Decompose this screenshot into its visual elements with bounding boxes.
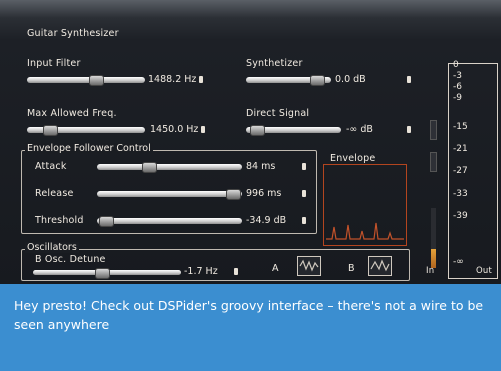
direct-signal-slider[interactable] bbox=[246, 125, 341, 136]
input-filter-pin-icon bbox=[199, 76, 203, 83]
release-label: Release bbox=[35, 188, 74, 199]
release-knob[interactable] bbox=[226, 189, 241, 200]
input-filter-label: Input Filter bbox=[27, 58, 81, 69]
detune-slider[interactable] bbox=[33, 268, 181, 279]
synthetizer-slider[interactable] bbox=[246, 75, 331, 86]
direct-signal-knob[interactable] bbox=[250, 125, 265, 136]
meter-tick: -27 bbox=[453, 166, 468, 176]
threshold-knob[interactable] bbox=[99, 216, 114, 227]
synthetizer-knob[interactable] bbox=[310, 75, 325, 86]
envelope-curve bbox=[326, 222, 404, 240]
meter-tick: -33 bbox=[453, 189, 468, 199]
osc-a-waveform-button[interactable] bbox=[297, 256, 321, 276]
threshold-label: Threshold bbox=[35, 215, 84, 226]
direct-signal-value: -∞ dB bbox=[346, 124, 373, 135]
input-filter-slider[interactable] bbox=[27, 75, 145, 86]
synth-panel: Guitar Synthesizer Input Filter 1488.2 H… bbox=[0, 0, 501, 284]
release-slider[interactable] bbox=[97, 189, 242, 200]
oscillators-title: Oscillators bbox=[25, 242, 79, 253]
gain-handle-mid[interactable] bbox=[430, 152, 437, 172]
max-freq-label: Max Allowed Freq. bbox=[27, 108, 117, 119]
attack-value: 84 ms bbox=[246, 161, 276, 172]
envelope-follower-title: Envelope Follower Control bbox=[25, 143, 153, 154]
meter-tick: -15 bbox=[453, 122, 468, 132]
input-filter-value: 1488.2 Hz bbox=[148, 74, 197, 85]
meter-in-label: In bbox=[426, 266, 435, 276]
attack-label: Attack bbox=[35, 161, 67, 172]
synthetizer-label: Synthetizer bbox=[246, 58, 303, 69]
input-filter-knob[interactable] bbox=[89, 75, 104, 86]
app-title: Guitar Synthesizer bbox=[27, 28, 119, 39]
attack-slider[interactable] bbox=[97, 162, 242, 173]
caption-text: Hey presto! Check out DSPider's groovy i… bbox=[14, 298, 484, 332]
meter-tick: -39 bbox=[453, 211, 468, 221]
threshold-slider[interactable] bbox=[97, 216, 242, 227]
release-value: 996 ms bbox=[246, 188, 282, 199]
envelope-title: Envelope bbox=[330, 153, 376, 164]
synthetizer-pin-icon bbox=[407, 76, 411, 83]
detune-knob[interactable] bbox=[95, 268, 110, 279]
meter-tick: -9 bbox=[453, 93, 462, 103]
waveform-icon bbox=[299, 259, 319, 272]
threshold-value: -34.9 dB bbox=[246, 215, 287, 226]
waveform-icon bbox=[370, 259, 390, 272]
release-pin-icon bbox=[302, 190, 306, 197]
max-freq-pin-icon bbox=[201, 126, 205, 133]
meter-tick: 0 bbox=[453, 60, 459, 70]
threshold-pin-icon bbox=[302, 217, 306, 224]
max-freq-knob[interactable] bbox=[43, 125, 58, 136]
gain-handle-top[interactable] bbox=[430, 120, 437, 140]
meter-tick: -∞ bbox=[453, 257, 464, 267]
synthetizer-value: 0.0 dB bbox=[335, 74, 366, 85]
max-freq-slider[interactable] bbox=[27, 125, 145, 136]
meter-tick: -3 bbox=[453, 71, 462, 81]
meter-out-label: Out bbox=[476, 266, 493, 276]
osc-a-label: A bbox=[272, 263, 279, 274]
osc-b-label: B bbox=[348, 263, 355, 274]
detune-value: -1.7 Hz bbox=[184, 266, 218, 277]
osc-b-waveform-button[interactable] bbox=[368, 256, 392, 276]
meter-tick: -21 bbox=[453, 144, 468, 154]
attack-knob[interactable] bbox=[142, 162, 157, 173]
meter-tick: -6 bbox=[453, 82, 462, 92]
detune-pin-icon bbox=[234, 268, 238, 275]
attack-pin-icon bbox=[302, 163, 306, 170]
direct-signal-pin-icon bbox=[407, 126, 411, 133]
in-level-track bbox=[431, 208, 436, 268]
max-freq-value: 1450.0 Hz bbox=[150, 124, 199, 135]
direct-signal-label: Direct Signal bbox=[246, 108, 310, 119]
envelope-display bbox=[323, 164, 407, 246]
detune-label: B Osc. Detune bbox=[35, 254, 106, 265]
